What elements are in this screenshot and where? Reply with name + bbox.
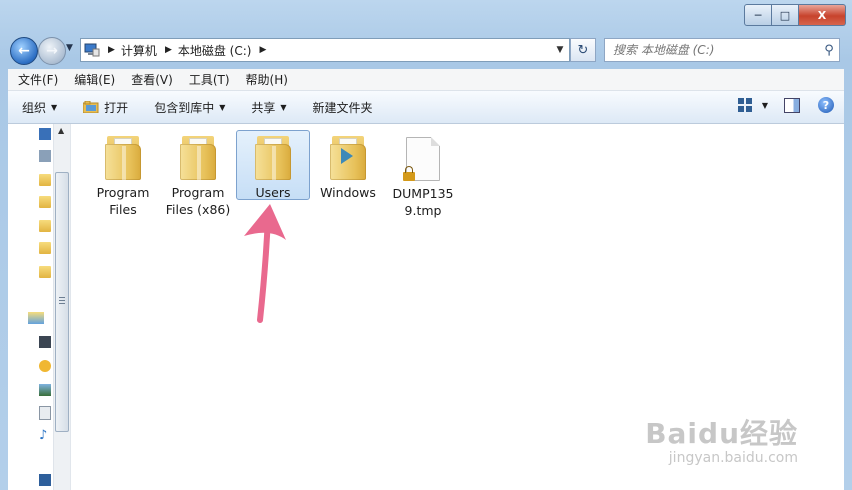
desktop-icon[interactable] (39, 128, 51, 140)
menu-tools[interactable]: 工具(T) (179, 71, 236, 88)
include-in-library-button[interactable]: 包含到库中 ▼ (140, 99, 237, 116)
pictures-icon[interactable] (39, 360, 51, 372)
forward-button[interactable]: → (38, 37, 66, 65)
pointer-arrow-annotation (244, 204, 286, 323)
include-library-label: 包含到库中 (154, 100, 215, 115)
network-icon[interactable] (39, 150, 51, 162)
navigation-bar: ← → ▼ ▶ 计算机 ▶ 本地磁盘 (C:) ▶ ▼ ↻ ⚲ (8, 34, 844, 66)
menu-view[interactable]: 查看(V) (121, 71, 179, 88)
address-bar[interactable]: ▶ 计算机 ▶ 本地磁盘 (C:) ▶ ▼ (80, 38, 570, 62)
music-icon[interactable]: ♪ (39, 429, 51, 442)
new-folder-label: 新建文件夹 (312, 100, 373, 115)
computer-icon (84, 43, 100, 57)
organize-button[interactable]: 组织 ▼ (8, 99, 69, 116)
watermark: Baidu经验 jingyan.baidu.com (645, 412, 798, 466)
organize-label: 组织 (22, 100, 47, 115)
new-folder-button[interactable]: 新建文件夹 (299, 99, 385, 116)
search-icon[interactable]: ⚲ (819, 43, 839, 58)
address-dropdown-icon[interactable]: ▼ (551, 45, 569, 55)
navigation-pane: ♪ ▲ (8, 124, 71, 490)
share-button[interactable]: 共享 ▼ (237, 99, 298, 116)
dropdown-caret-icon: ▼ (51, 102, 58, 112)
help-icon[interactable]: ? (818, 97, 834, 113)
scrollbar-thumb[interactable] (55, 172, 69, 432)
refresh-button[interactable]: ↻ (570, 38, 596, 62)
libraries-icon[interactable] (28, 312, 44, 324)
breadcrumb-computer[interactable]: 计算机 (121, 42, 157, 59)
folder-icon[interactable] (39, 196, 51, 208)
menu-edit[interactable]: 编辑(E) (64, 71, 121, 88)
computer-icon[interactable] (39, 474, 51, 486)
chevron-right-icon[interactable]: ▶ (165, 45, 172, 55)
forward-arrow-icon: → (46, 43, 58, 59)
folder-icon[interactable] (39, 220, 51, 232)
close-button[interactable]: X (799, 4, 846, 26)
menu-file[interactable]: 文件(F) (8, 71, 64, 88)
back-button[interactable]: ← (10, 37, 38, 65)
image-icon[interactable] (39, 384, 51, 396)
view-dropdown-icon[interactable]: ▼ (762, 101, 768, 110)
videos-icon[interactable] (39, 336, 51, 348)
dropdown-caret-icon: ▼ (219, 102, 226, 112)
folder-icon[interactable] (39, 174, 51, 186)
file-list: Program Files Program Files (x86) Users … (78, 124, 844, 490)
change-view-icon[interactable] (737, 98, 752, 112)
window-caption-buttons: ─ □ X (744, 4, 846, 26)
watermark-logo: Baidu经验 (645, 417, 798, 450)
breadcrumb-local-disk[interactable]: 本地磁盘 (C:) (178, 42, 252, 59)
explorer-window: ─ □ X ← → ▼ ▶ 计算机 ▶ 本地磁盘 (C:) ▶ ▼ ↻ ⚲ 文件… (0, 0, 852, 490)
command-bar: 组织 ▼ 打开 包含到库中 ▼ 共享 ▼ 新建文件夹 ▼ ? (8, 91, 844, 124)
share-label: 共享 (251, 100, 276, 115)
search-input[interactable] (605, 42, 819, 58)
folder-icon[interactable] (39, 242, 51, 254)
refresh-icon: ↻ (577, 42, 589, 58)
watermark-url: jingyan.baidu.com (668, 450, 798, 466)
dropdown-caret-icon: ▼ (280, 102, 287, 112)
back-arrow-icon: ← (18, 43, 30, 59)
recent-pages-dropdown-icon[interactable]: ▼ (66, 43, 73, 53)
scroll-up-icon[interactable]: ▲ (58, 126, 64, 135)
preview-pane-icon[interactable] (784, 97, 800, 113)
documents-icon[interactable] (39, 406, 51, 420)
vertical-scrollbar[interactable]: ▲ (53, 124, 70, 490)
view-controls: ▼ ? (737, 97, 834, 113)
search-box[interactable]: ⚲ (604, 38, 840, 62)
maximize-button[interactable]: □ (772, 4, 799, 26)
folder-icon[interactable] (39, 266, 51, 278)
menu-bar: 文件(F) 编辑(E) 查看(V) 工具(T) 帮助(H) (8, 69, 844, 91)
menu-help[interactable]: 帮助(H) (236, 71, 294, 88)
open-folder-icon (83, 101, 99, 113)
open-button[interactable]: 打开 (69, 99, 140, 116)
chevron-right-icon[interactable]: ▶ (259, 45, 266, 55)
open-label: 打开 (104, 100, 129, 115)
chevron-right-icon[interactable]: ▶ (108, 45, 115, 55)
content-area: ♪ ▲ Program Files Program Files (x86) Us… (8, 124, 844, 490)
minimize-button[interactable]: ─ (744, 4, 772, 26)
